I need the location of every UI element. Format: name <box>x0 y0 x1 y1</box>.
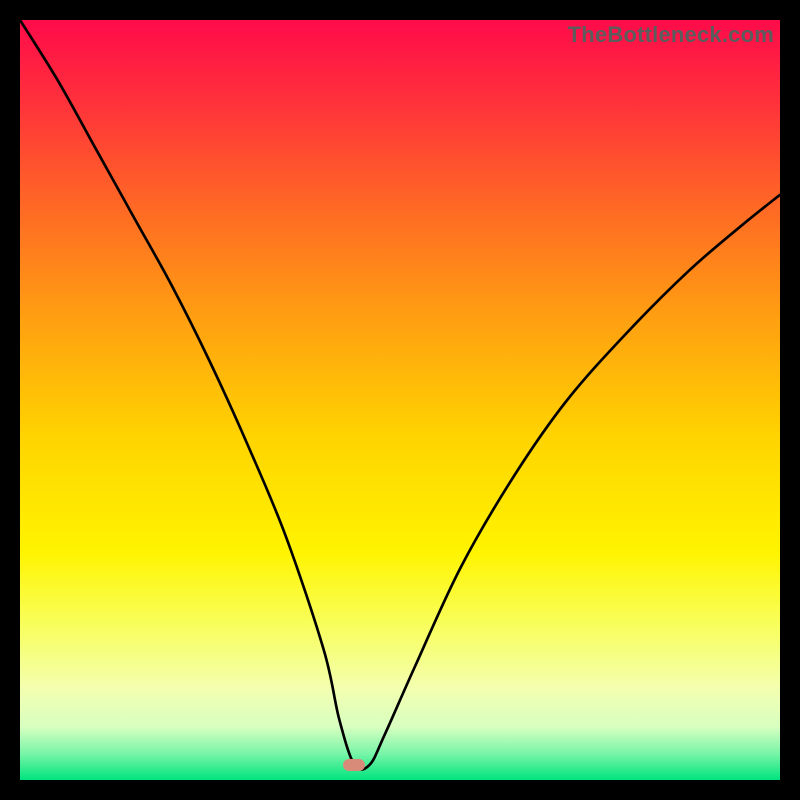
minimum-marker <box>343 759 365 771</box>
plot-area: TheBottleneck.com <box>20 20 780 780</box>
chart-frame: TheBottleneck.com <box>0 0 800 800</box>
curve-layer <box>20 20 780 780</box>
bottleneck-curve-path <box>20 20 780 770</box>
